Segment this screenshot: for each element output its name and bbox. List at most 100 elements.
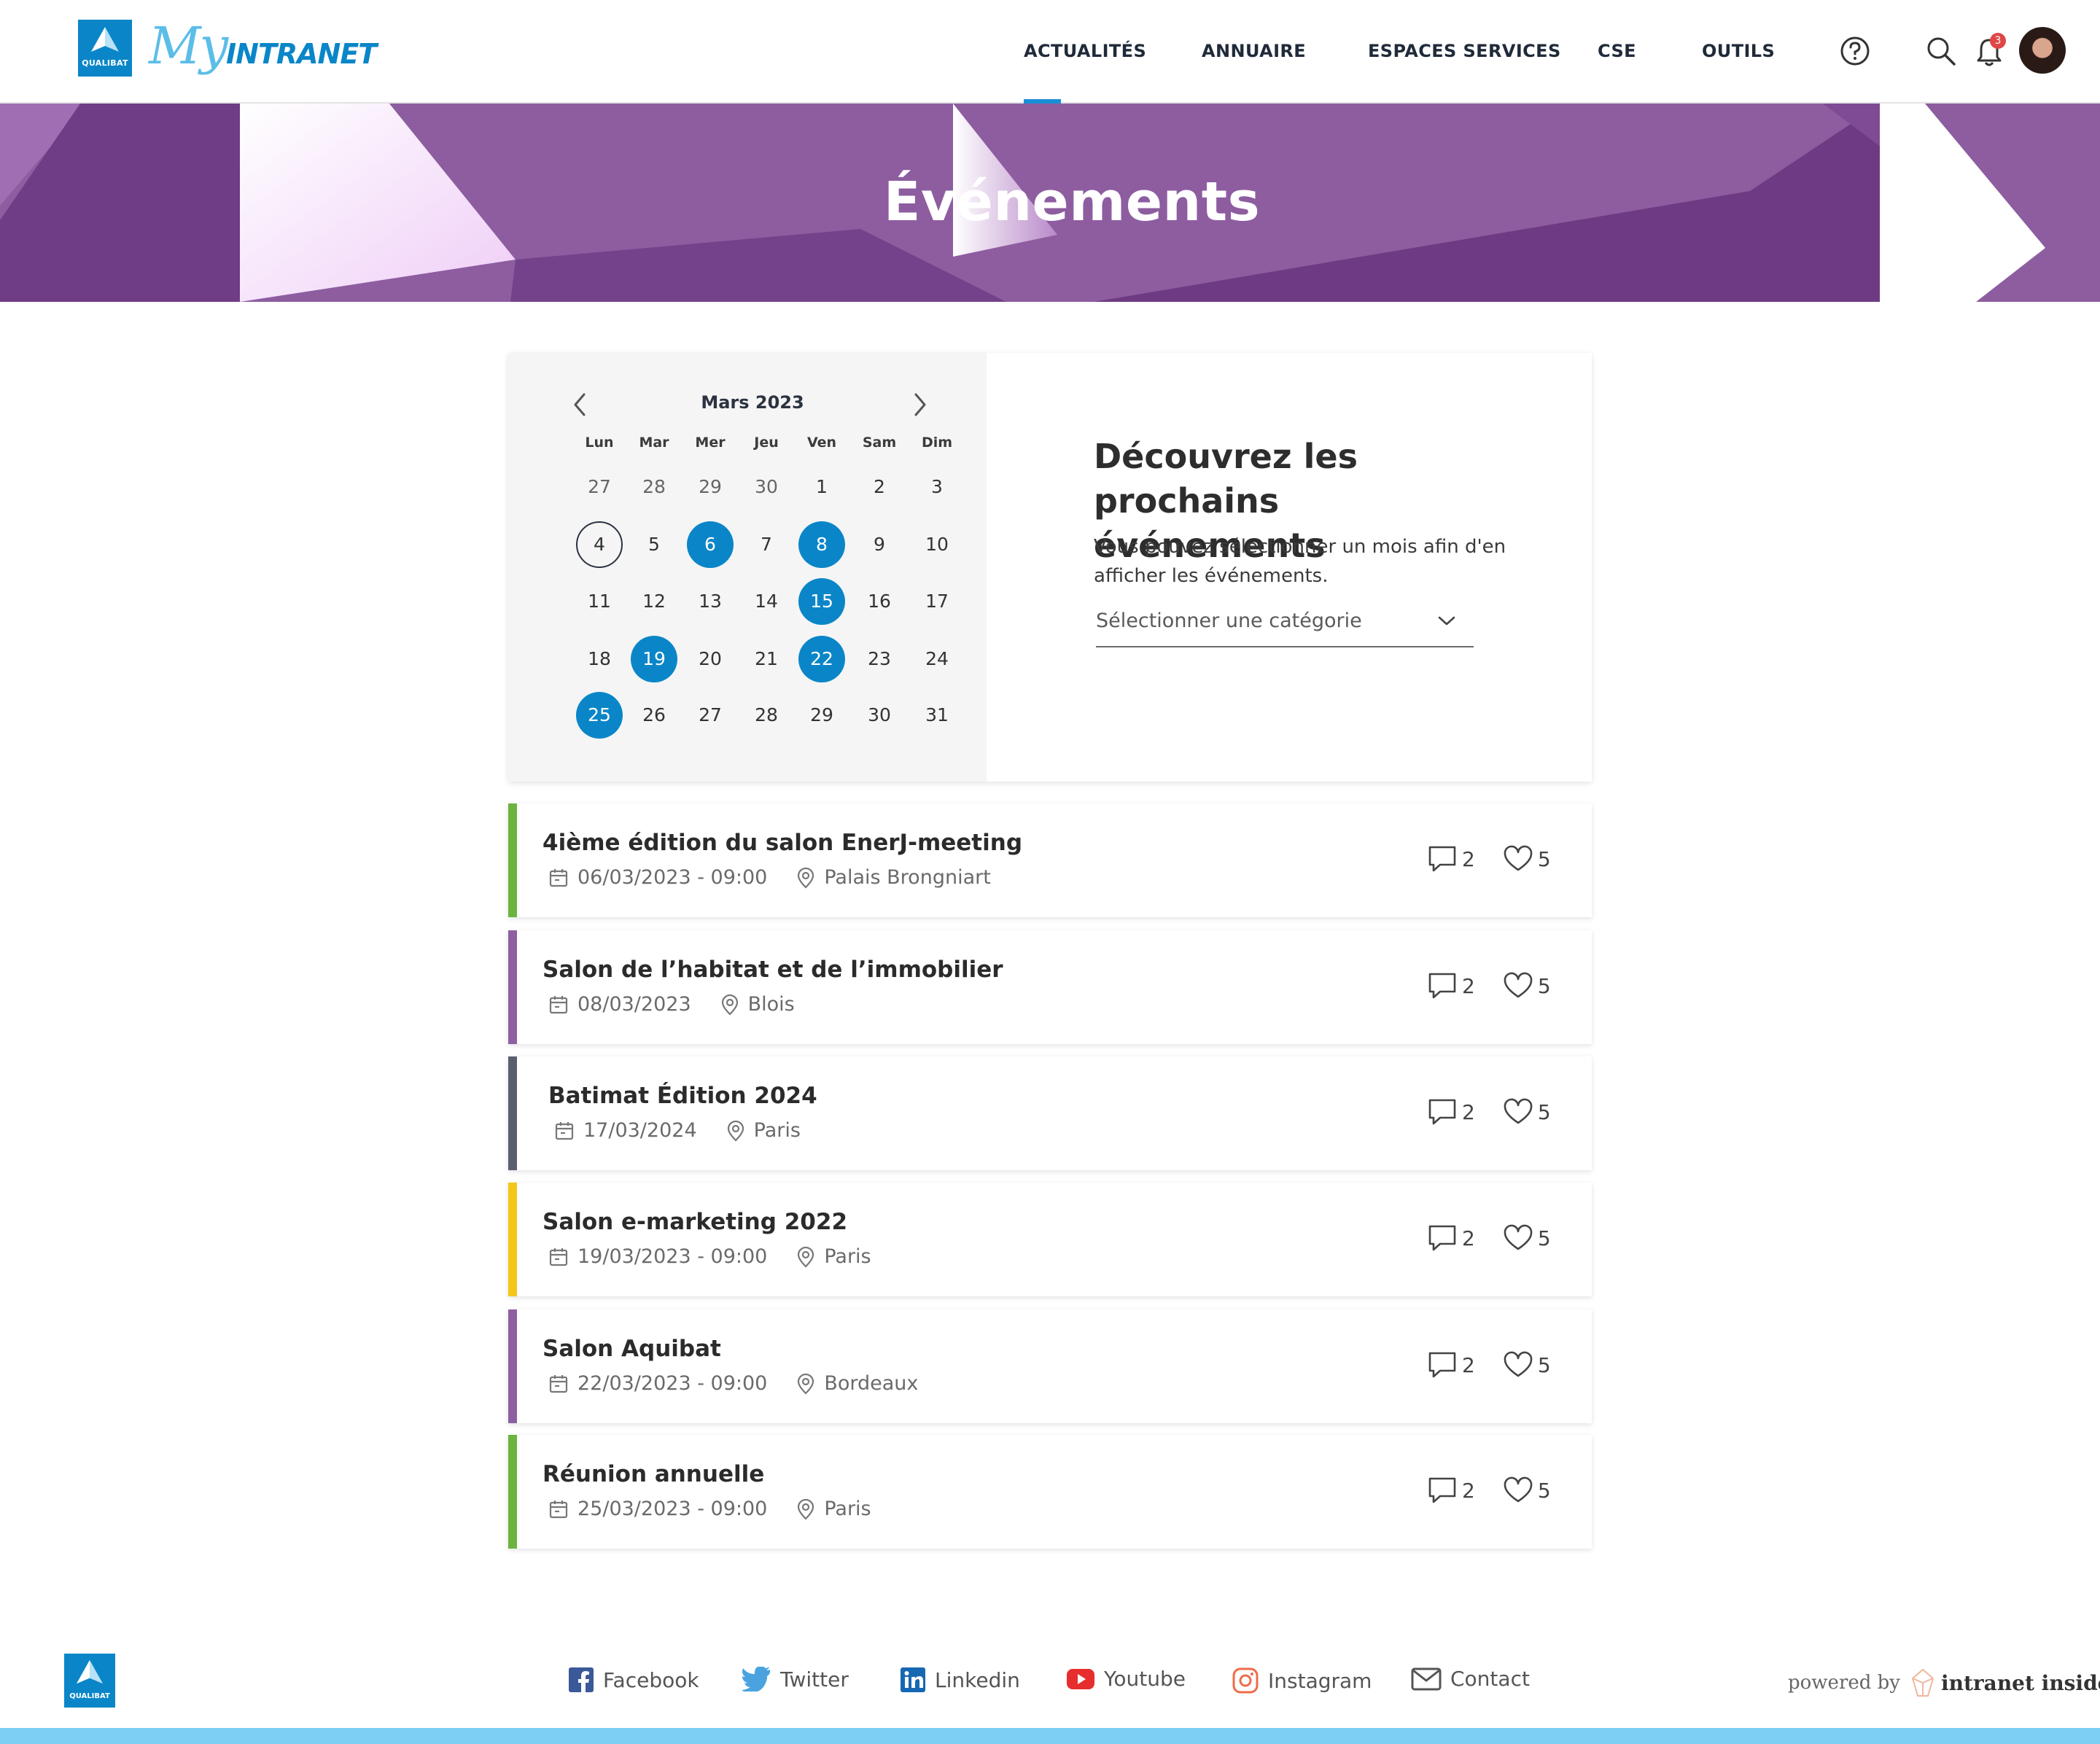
footer-link-youtube[interactable]: Youtube [1066,1667,1186,1691]
calendar-day[interactable]: 11 [576,578,623,625]
event-like-button[interactable]: 5 [1503,972,1551,1000]
event-comments-button[interactable]: 2 [1427,1097,1503,1126]
footer-link-facebook[interactable]: Facebook [568,1667,699,1693]
chevron-left-icon[interactable] [572,392,587,417]
footer-contact-label: Contact [1450,1667,1530,1691]
chevron-right-icon[interactable] [913,392,928,417]
calendar-day[interactable]: 21 [743,636,790,682]
logo-intranet-text[interactable]: INTRANET [226,38,377,70]
event-item[interactable]: Salon de l’habitat et de l’immobilier 08/… [508,930,1592,1044]
nav-cse[interactable]: CSE [1598,41,1636,61]
calendar-day[interactable]: 28 [631,464,677,510]
event-item[interactable]: Batimat Édition 2024 17/03/2024 Paris 2 5 [508,1056,1592,1170]
search-icon[interactable] [1926,36,1956,66]
event-comments-button[interactable]: 2 [1427,1476,1503,1505]
help-icon[interactable] [1840,36,1870,66]
weekday-label: Jeu [754,435,779,451]
calendar-day[interactable]: 5 [631,521,677,568]
event-title[interactable]: Salon Aquibat [542,1336,721,1362]
calendar-day[interactable]: 26 [631,692,677,739]
event-comments-count: 2 [1462,1226,1475,1250]
calendar-day[interactable]: 16 [856,578,903,625]
calendar-day[interactable]: 29 [798,692,845,739]
nav-outils[interactable]: OUTILS [1702,41,1775,61]
calendar-day[interactable]: 12 [631,578,677,625]
nav-actualites[interactable]: ACTUALITÉS [1024,41,1146,61]
comment-icon [1428,1099,1456,1125]
event-title[interactable]: Salon de l’habitat et de l’immobilier [542,957,1003,983]
calendar-day[interactable]: 27 [576,464,623,510]
calendar-day[interactable]: 22 [798,636,845,682]
calendar-day[interactable]: 10 [914,521,960,568]
calendar-icon [555,1121,574,1140]
calendar-day[interactable]: 3 [914,464,960,510]
calendar-day[interactable]: 20 [687,636,734,682]
footer-link-contact[interactable]: Contact [1411,1667,1530,1691]
event-item[interactable]: Salon Aquibat 22/03/2023 - 09:00 Bordeaux 2… [508,1309,1592,1423]
avatar[interactable] [2019,27,2066,74]
event-comments-button[interactable]: 2 [1427,1223,1503,1253]
calendar-day[interactable]: 7 [743,521,790,568]
calendar-day[interactable]: 29 [687,464,734,510]
nav-espaces-services[interactable]: ESPACES SERVICES [1368,41,1561,61]
heart-icon [1504,1476,1533,1503]
discover-title-line1: Découvrez les prochains [1094,437,1358,521]
powered-by[interactable]: powered by intranet inside [1788,1668,2100,1697]
calendar-day[interactable]: 18 [576,636,623,682]
calendar-day[interactable]: 6 [687,521,734,568]
footer-link-instagram[interactable]: Instagram [1232,1667,1372,1694]
weekday-label: Sam [862,435,897,451]
calendar-day[interactable]: 23 [856,636,903,682]
event-comments-button[interactable]: 2 [1427,1350,1503,1379]
calendar-day[interactable]: 13 [687,578,734,625]
calendar-day[interactable]: 1 [798,464,845,510]
event-item[interactable]: Salon e-marketing 2022 19/03/2023 - 09:00… [508,1183,1592,1296]
event-title[interactable]: Salon e-marketing 2022 [542,1209,847,1235]
footer-qualibat-logo[interactable]: QUALIBAT [64,1654,115,1708]
calendar-day[interactable]: 9 [856,521,903,568]
calendar-day[interactable]: 30 [743,464,790,510]
footer-link-linkedin[interactable]: Linkedin [900,1667,1020,1693]
calendar-icon [549,1374,568,1393]
event-meta: 19/03/2023 - 09:00 Paris [548,1245,871,1268]
bottom-accent-bar [0,1728,2100,1744]
event-comments-button[interactable]: 2 [1427,971,1503,1000]
calendar-day[interactable]: 14 [743,578,790,625]
weekday-label: Mer [695,435,726,451]
event-title[interactable]: Batimat Édition 2024 [548,1083,817,1109]
event-comments-button[interactable]: 2 [1427,844,1503,873]
footer-link-twitter[interactable]: Twitter [742,1667,849,1692]
event-like-button[interactable]: 5 [1503,1098,1551,1126]
event-like-button[interactable]: 5 [1503,1351,1551,1379]
calendar-day[interactable]: 30 [856,692,903,739]
event-category-bar [508,1435,517,1549]
logo-my-text[interactable]: My [149,16,228,76]
calendar-day[interactable]: 19 [631,636,677,682]
calendar-day[interactable]: 2 [856,464,903,510]
event-title[interactable]: 4ième édition du salon EnerJ-meeting [542,830,1022,856]
calendar-day[interactable]: 17 [914,578,960,625]
event-like-button[interactable]: 5 [1503,845,1551,873]
calendar-day[interactable]: 4 [576,521,623,568]
category-select[interactable]: Sélectionner une catégorie [1096,610,1474,647]
nav-annuaire[interactable]: ANNUAIRE [1202,41,1306,61]
event-meta: 06/03/2023 - 09:00 Palais Brongniart [548,866,991,889]
event-meta: 08/03/2023 Blois [548,993,795,1016]
category-select-placeholder: Sélectionner une catégorie [1096,610,1362,632]
event-item[interactable]: 4ième édition du salon EnerJ-meeting 06/0… [508,803,1592,917]
calendar-day[interactable]: 28 [743,692,790,739]
calendar-day[interactable]: 15 [798,578,845,625]
calendar-day[interactable]: 8 [798,521,845,568]
event-item[interactable]: Réunion annuelle 25/03/2023 - 09:00 Paris 2… [508,1435,1592,1549]
event-like-button[interactable]: 5 [1503,1224,1551,1252]
event-category-bar [508,1309,517,1423]
event-like-button[interactable]: 5 [1503,1476,1551,1504]
calendar-day[interactable]: 31 [914,692,960,739]
event-title[interactable]: Réunion annuelle [542,1461,764,1487]
calendar-day[interactable]: 24 [914,636,960,682]
calendar-day[interactable]: 25 [576,692,623,739]
discover-description: Vous pouvez sélectionner un mois afin d'… [1094,532,1546,591]
comment-icon [1428,846,1456,872]
qualibat-logo[interactable]: QUALIBAT [78,20,132,77]
calendar-day[interactable]: 27 [687,692,734,739]
